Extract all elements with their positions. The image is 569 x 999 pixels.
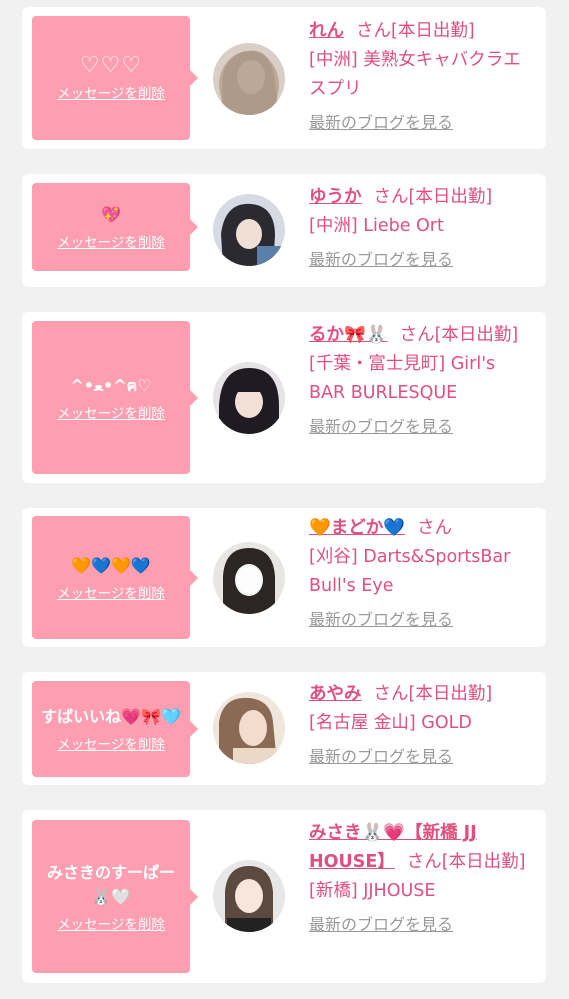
message-text: ♡♡♡ [79, 53, 143, 78]
cast-status: さん[本日出勤] [373, 684, 493, 704]
avatar[interactable] [213, 860, 285, 932]
message-bubble: みさきのすーぱー🐰🤍 メッセージを削除 [32, 820, 198, 973]
delete-message-link[interactable]: メッセージを削除 [57, 402, 165, 422]
message-bubble: 💖 メッセージを削除 [32, 183, 198, 271]
message-text: 💖 [101, 205, 121, 224]
message-list: ♡♡♡ メッセージを削除 れん さん[本日出勤] [中洲] 美熟女キャバクラエスプ… [0, 0, 569, 999]
message-card: 🧡💙🧡💙 メッセージを削除 🧡まどか💙 さん [刈谷] Darts&SportsB… [22, 508, 546, 647]
message-card: みさきのすーぱー🐰🤍 メッセージを削除 みさき🐰💗【新橋 JJ HOUSE】 さん… [22, 810, 546, 983]
message-bubble: 🧡💙🧡💙 メッセージを削除 [32, 516, 198, 639]
message-text: ^•﻿ﻌ•^ฅ♡ [70, 375, 152, 395]
message-text: 🧡💙🧡💙 [71, 555, 151, 575]
message-bubble: ♡♡♡ メッセージを削除 [32, 16, 198, 140]
message-card: すばいいね💗🎀🩵 メッセージを削除 あやみ さん[本日出勤] [名古屋 金山] G… [22, 672, 546, 785]
shop-name: [中洲] 美熟女キャバクラエスプリ [309, 50, 521, 99]
cast-status: さん[本日出勤] [373, 187, 493, 207]
avatar[interactable] [213, 362, 285, 434]
latest-blog-link[interactable]: 最新のブログを見る [309, 245, 534, 274]
delete-message-link[interactable]: メッセージを削除 [57, 913, 165, 933]
cast-status: さん[本日出勤] [406, 852, 526, 872]
message-bubble: すばいいね💗🎀🩵 メッセージを削除 [32, 681, 198, 777]
latest-blog-link[interactable]: 最新のブログを見る [309, 742, 534, 771]
message-text: みさきのすーぱー🐰🤍 [46, 862, 175, 906]
message-card: ♡♡♡ メッセージを削除 れん さん[本日出勤] [中洲] 美熟女キャバクラエスプ… [22, 7, 546, 149]
latest-blog-link[interactable]: 最新のブログを見る [309, 412, 534, 441]
cast-name-link[interactable]: れん [309, 21, 344, 41]
shop-name: [刈谷] Darts&SportsBar Bull's Eye [309, 547, 511, 596]
message-card: 💖 メッセージを削除 ゆうか さん[本日出勤] [中洲] Liebe Ort 最新… [22, 174, 546, 287]
shop-name: [名古屋 金山] GOLD [309, 713, 472, 733]
latest-blog-link[interactable]: 最新のブログを見る [309, 108, 534, 137]
avatar[interactable] [213, 43, 285, 115]
cast-name-link[interactable]: 🧡まどか💙 [309, 518, 405, 538]
shop-name: [千葉・富士見町] Girl's BAR BURLESQUE [309, 354, 496, 403]
delete-message-link[interactable]: メッセージを削除 [57, 82, 165, 102]
avatar[interactable] [213, 542, 285, 614]
cast-name-link[interactable]: あやみ [309, 684, 362, 704]
message-card: ^•﻿ﻌ•^ฅ♡ メッセージを削除 るか🎀🐰 さん[本日出勤] [千葉・富士見町]… [22, 312, 546, 483]
avatar[interactable] [213, 692, 285, 764]
latest-blog-link[interactable]: 最新のブログを見る [309, 910, 534, 939]
shop-name: [新橋] JJHOUSE [309, 881, 436, 901]
latest-blog-link[interactable]: 最新のブログを見る [309, 605, 534, 634]
avatar[interactable] [213, 194, 285, 266]
cast-status: さん [417, 518, 453, 538]
cast-status: さん[本日出勤] [399, 325, 519, 345]
shop-name: [中洲] Liebe Ort [309, 216, 444, 236]
cast-status: さん[本日出勤] [356, 21, 475, 41]
cast-name-link[interactable]: ゆうか [309, 187, 362, 207]
delete-message-link[interactable]: メッセージを削除 [57, 582, 165, 602]
message-text: すばいいね💗🎀🩵 [41, 707, 181, 726]
delete-message-link[interactable]: メッセージを削除 [57, 231, 165, 251]
cast-name-link[interactable]: るか🎀🐰 [309, 325, 388, 345]
delete-message-link[interactable]: メッセージを削除 [57, 733, 165, 753]
message-bubble: ^•﻿ﻌ•^ฅ♡ メッセージを削除 [32, 321, 198, 474]
